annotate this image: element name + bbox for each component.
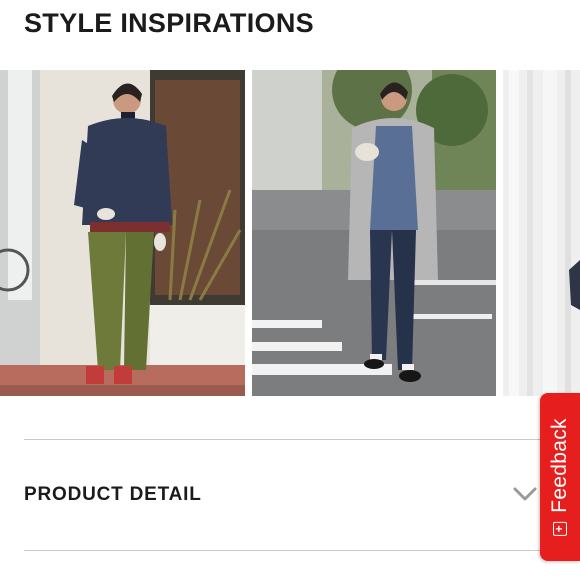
feedback-label: Feedback: [548, 418, 571, 513]
divider-bottom: [24, 550, 580, 551]
chevron-down-icon: [513, 487, 537, 501]
style-inspiration-image-3[interactable]: [503, 70, 580, 396]
product-detail-label: PRODUCT DETAIL: [24, 484, 202, 505]
style-inspirations-carousel[interactable]: [0, 70, 580, 396]
feedback-button[interactable]: + Feedback: [540, 393, 580, 561]
section-title: STYLE INSPIRATIONS: [24, 8, 314, 38]
style-inspiration-image-2[interactable]: [252, 70, 496, 396]
product-detail-accordion[interactable]: PRODUCT DETAIL: [0, 440, 580, 550]
page: STYLE INSPIRATIONS PRODUCT DETAIL + Feed…: [0, 0, 580, 580]
style-inspiration-image-1[interactable]: [0, 70, 245, 396]
plus-box-icon: +: [552, 521, 567, 536]
feedback-content: + Feedback: [548, 418, 572, 536]
